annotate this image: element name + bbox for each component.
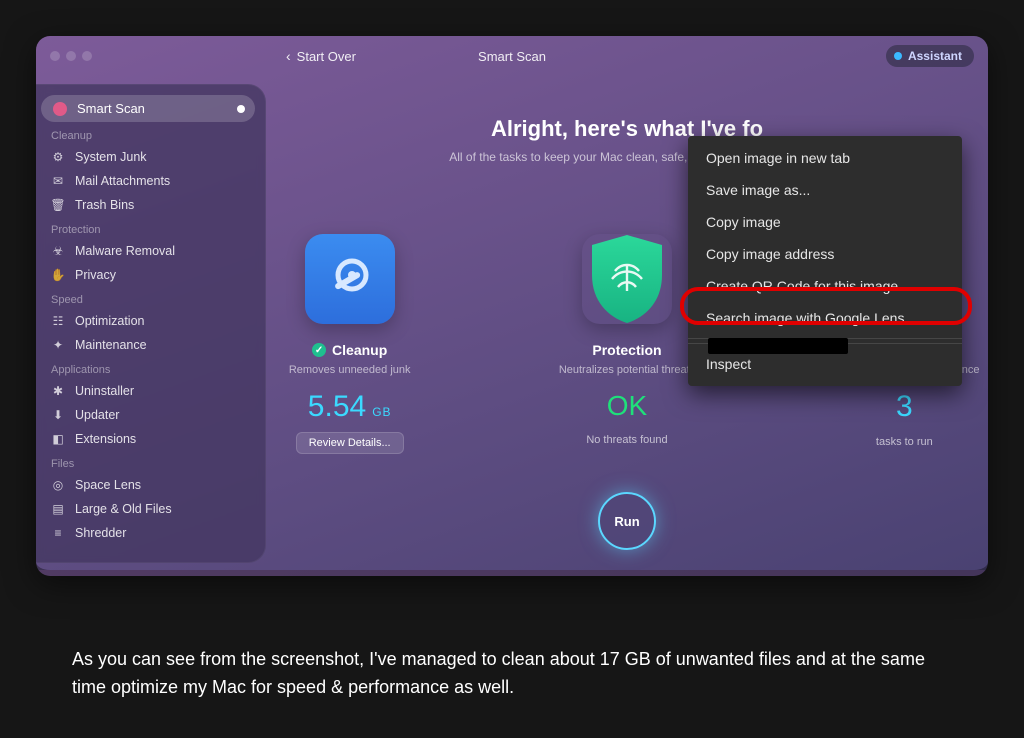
gear-icon: ⚙	[51, 150, 65, 164]
chevron-left-icon: ‹	[286, 48, 291, 64]
sidebar-item-label: Malware Removal	[75, 244, 175, 258]
sidebar-section-label: Protection	[51, 224, 265, 236]
extension-icon: ◧	[51, 432, 65, 446]
sidebar-section-label: Applications	[51, 364, 265, 376]
protection-desc: Neutralizes potential threats	[559, 364, 695, 376]
protection-title: Protection	[592, 342, 661, 358]
sidebar-item-label: Shredder	[75, 526, 126, 540]
article-caption: As you can see from the screenshot, I've…	[72, 646, 952, 702]
window-title: Smart Scan	[478, 49, 546, 64]
sidebar-item-space-lens[interactable]: ◎ Space Lens	[36, 474, 265, 496]
ctx-save-image-as[interactable]: Save image as...	[688, 174, 962, 206]
redacted-bar	[708, 338, 848, 354]
disk-icon	[326, 255, 374, 303]
protection-foot: No threats found	[586, 434, 667, 446]
assistant-label: Assistant	[908, 49, 962, 63]
sliders-icon: ☷	[51, 314, 65, 328]
sidebar-item-shredder[interactable]: ≡ Shredder	[36, 522, 265, 544]
title-bar: ‹ Start Over Smart Scan Assistant	[36, 36, 988, 76]
sidebar-item-label: Uninstaller	[75, 384, 134, 398]
sidebar-item-maintenance[interactable]: ✦ Maintenance	[36, 334, 265, 356]
ctx-open-new-tab[interactable]: Open image in new tab	[688, 142, 962, 174]
app-window: ‹ Start Over Smart Scan Assistant Smart …	[36, 36, 988, 576]
sidebar-item-malware-removal[interactable]: ☣ Malware Removal	[36, 240, 265, 262]
check-icon: ✓	[312, 343, 326, 357]
mail-icon: ✉	[51, 174, 65, 188]
cleanup-unit: GB	[372, 405, 391, 419]
shredder-icon: ≡	[51, 526, 65, 540]
card-cleanup: ✓ Cleanup Removes unneeded junk 5.54 GB …	[266, 234, 433, 454]
sidebar-item-label: Privacy	[75, 268, 116, 282]
sidebar-item-system-junk[interactable]: ⚙ System Junk	[36, 146, 265, 168]
ctx-copy-image[interactable]: Copy image	[688, 206, 962, 238]
sidebar-item-trash-bins[interactable]: 🗑 Trash Bins	[36, 194, 265, 216]
sidebar-item-uninstaller[interactable]: ✱ Uninstaller	[36, 380, 265, 402]
sidebar-item-label: Large & Old Files	[75, 502, 172, 516]
puzzle-icon: ✱	[51, 384, 65, 398]
trash-icon: 🗑	[51, 198, 65, 212]
drawer-icon: ▤	[51, 502, 65, 516]
sidebar-item-label: Mail Attachments	[75, 174, 170, 188]
sidebar-item-label: Extensions	[75, 432, 136, 446]
radar-icon	[53, 102, 67, 116]
run-button[interactable]: Run	[598, 492, 656, 550]
sidebar-section-label: Cleanup	[51, 130, 265, 142]
sidebar-item-large-old-files[interactable]: ▤ Large & Old Files	[36, 498, 265, 520]
sidebar: Smart Scan Cleanup ⚙ System Junk ✉ Mail Atta…	[36, 84, 266, 563]
ctx-create-qr[interactable]: Create QR Code for this image	[688, 270, 962, 302]
sidebar-section-label: Files	[51, 458, 265, 470]
sidebar-item-label: Trash Bins	[75, 198, 134, 212]
sidebar-item-updater[interactable]: ⬇ Updater	[36, 404, 265, 426]
window-controls[interactable]	[50, 51, 92, 61]
biohazard-icon: ☣	[51, 244, 65, 258]
sidebar-active-label: Smart Scan	[77, 101, 145, 116]
cleanup-title: Cleanup	[332, 342, 387, 358]
hand-icon: ✋	[51, 268, 65, 282]
active-bullet-icon	[237, 105, 245, 113]
sidebar-item-label: Space Lens	[75, 478, 141, 492]
sidebar-item-optimization[interactable]: ☷ Optimization	[36, 310, 265, 332]
ctx-copy-image-address[interactable]: Copy image address	[688, 238, 962, 270]
sidebar-item-label: Maintenance	[75, 338, 147, 352]
run-label: Run	[614, 514, 639, 529]
card-protection: Protection Neutralizes potential threats…	[543, 234, 710, 454]
cleanup-tile	[305, 234, 395, 324]
sidebar-item-label: System Junk	[75, 150, 147, 164]
back-button[interactable]: ‹ Start Over	[286, 48, 356, 64]
cleanup-value: 5.54	[308, 390, 366, 424]
max-dot[interactable]	[82, 51, 92, 61]
sidebar-item-extensions[interactable]: ◧ Extensions	[36, 428, 265, 450]
speed-foot: tasks to run	[876, 436, 933, 448]
assistant-dot-icon	[894, 52, 902, 60]
review-details-button[interactable]: Review Details...	[296, 432, 404, 454]
disc-icon: ◎	[51, 478, 65, 492]
back-label: Start Over	[297, 49, 356, 64]
speed-value: 3	[896, 390, 913, 424]
assistant-button[interactable]: Assistant	[886, 45, 974, 67]
broom-icon: ✦	[51, 338, 65, 352]
min-dot[interactable]	[66, 51, 76, 61]
ctx-search-google-lens[interactable]: Search image with Google Lens	[688, 302, 962, 334]
cleanup-desc: Removes unneeded junk	[289, 364, 411, 376]
sidebar-item-label: Updater	[75, 408, 119, 422]
sidebar-item-mail-attachments[interactable]: ✉ Mail Attachments	[36, 170, 265, 192]
sidebar-item-label: Optimization	[75, 314, 144, 328]
shield-fingerprint-icon	[584, 231, 670, 327]
download-icon: ⬇	[51, 408, 65, 422]
sidebar-item-smart-scan[interactable]: Smart Scan	[41, 95, 255, 122]
close-dot[interactable]	[50, 51, 60, 61]
sidebar-item-privacy[interactable]: ✋ Privacy	[36, 264, 265, 286]
sidebar-section-label: Speed	[51, 294, 265, 306]
protection-value: OK	[607, 390, 647, 422]
protection-tile	[582, 234, 672, 324]
